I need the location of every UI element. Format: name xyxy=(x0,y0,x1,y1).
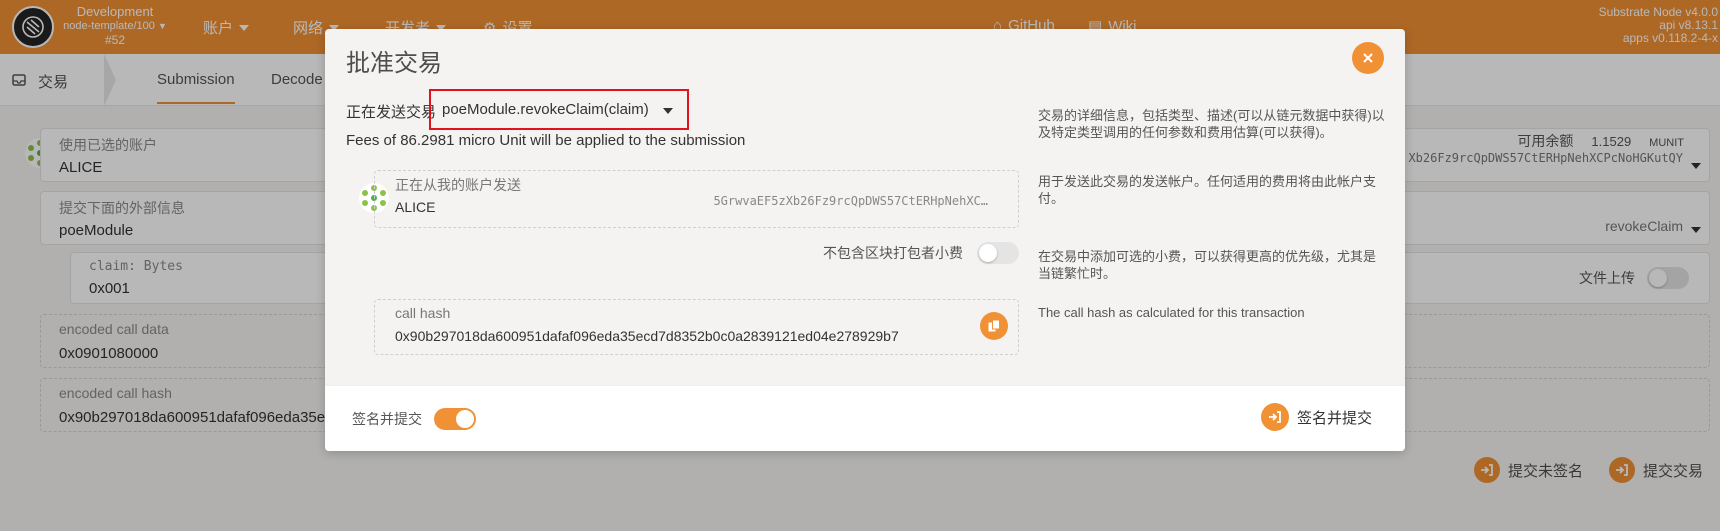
modal-footer: 签名并提交 签名并提交 xyxy=(325,385,1405,451)
sender-account-field: 正在从我的账户发送 ALICE 5GrwvaEF5zXb26Fz9rcQpDWS… xyxy=(374,170,1019,228)
method-dropdown[interactable]: poeModule.revokeClaim(claim) xyxy=(442,101,673,118)
modal-title: 批准交易 xyxy=(346,50,442,77)
help-transaction: 交易的详细信息，包括类型、描述(可以从链元数据中获得)以及特定类型调用的任何参数… xyxy=(1038,108,1385,140)
call-hash-value: 0x90b297018da600951dafaf096eda35ecd7d835… xyxy=(395,328,899,344)
tip-toggle[interactable] xyxy=(977,242,1019,264)
help-sender: 用于发送此交易的发送帐户。任何适用的费用将由此帐户支付。 xyxy=(1038,174,1377,206)
sender-name: ALICE xyxy=(395,199,436,215)
copy-button[interactable] xyxy=(980,312,1008,340)
help-tip: 在交易中添加可选的小费，可以获得更高的优先级，尤其是当链繁忙时。 xyxy=(1038,249,1377,281)
chevron-down-icon xyxy=(662,107,673,114)
method-name: poeModule.revokeClaim(claim) xyxy=(442,101,649,118)
authorize-transaction-modal: 批准交易 正在发送交易 poeModule.revokeClaim(claim)… xyxy=(325,29,1405,451)
sending-label: 正在发送交易 xyxy=(346,104,437,121)
tip-toggle-row[interactable]: 不包含区块打包者小费 xyxy=(823,242,1019,264)
close-icon xyxy=(1363,53,1373,63)
sender-label: 正在从我的账户发送 xyxy=(395,177,521,193)
call-hash-field: call hash 0x90b297018da600951dafaf096eda… xyxy=(374,299,1019,355)
sign-and-submit-button[interactable]: 签名并提交 xyxy=(1260,403,1372,431)
help-call-hash: The call hash as calculated for this tra… xyxy=(1038,305,1305,320)
sender-address: 5GrwvaEF5zXb26Fz9rcQpDWS57CtERHpNehXC… xyxy=(713,194,988,208)
close-button[interactable] xyxy=(1352,42,1384,74)
fees-text: Fees of 86.2981 micro Unit will be appli… xyxy=(346,132,746,149)
sign-in-icon xyxy=(1260,403,1289,431)
toggle-switch[interactable] xyxy=(434,408,476,430)
tip-label: 不包含区块打包者小费 xyxy=(823,245,963,261)
copy-icon xyxy=(988,319,1000,332)
sign-and-submit-toggle[interactable]: 签名并提交 xyxy=(352,408,476,430)
call-hash-label: call hash xyxy=(395,305,451,321)
